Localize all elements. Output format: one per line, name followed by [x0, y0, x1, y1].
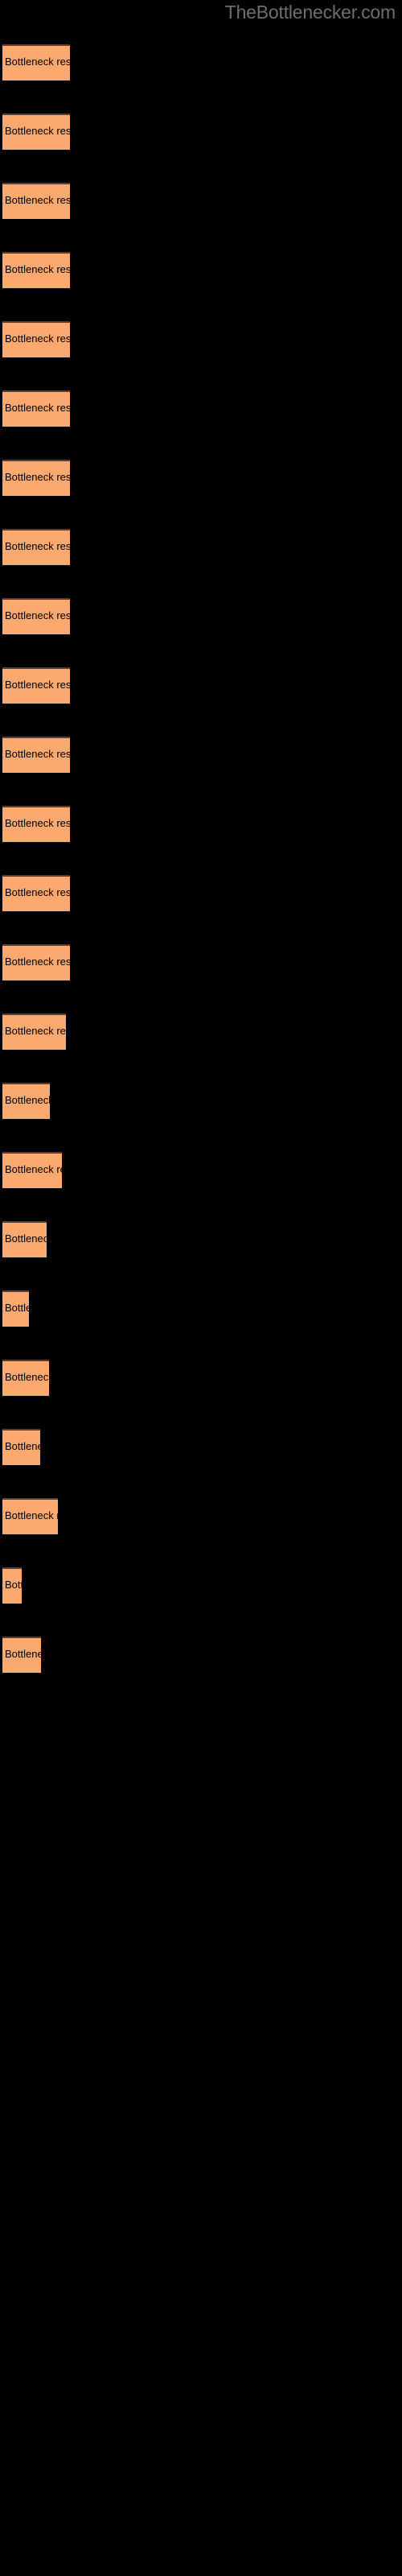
bar: Bottleneck result [2, 1152, 62, 1188]
bar-label: Bottleneck result [5, 1648, 41, 1660]
bar: Bottleneck result [2, 806, 70, 842]
bar: Bottleneck result [2, 460, 70, 496]
bar-label: Bottleneck result [5, 956, 70, 968]
bar: Bottleneck result [2, 1083, 50, 1119]
bars-container: Bottleneck result Bottleneck result Bottle… [0, 0, 402, 2576]
bar: Bottleneck result [2, 1567, 22, 1604]
bar-label: Bottleneck result [5, 194, 70, 206]
bar-label: Bottleneck result [5, 748, 70, 760]
bar-label: Bottleneck result [5, 56, 70, 68]
bar: Bottleneck result [2, 1290, 29, 1327]
bar: Bottleneck result [2, 1221, 47, 1257]
bar-label: Bottleneck result [5, 886, 70, 898]
bar: Bottleneck result [2, 598, 70, 634]
bar: Bottleneck result [2, 1429, 40, 1465]
bar-label: Bottleneck result [5, 402, 70, 414]
bar-label: Bottleneck result [5, 332, 70, 345]
bar: Bottleneck result [2, 252, 70, 288]
bar-label: Bottleneck result [5, 1163, 62, 1175]
bar: Bottleneck result [2, 944, 70, 980]
bar: Bottleneck result [2, 667, 70, 704]
bar: Bottleneck result [2, 390, 70, 427]
bar: Bottleneck result [2, 321, 70, 357]
bottleneck-bar-chart: TheBottlenecker.com Bottleneck resultBot… [0, 0, 402, 2576]
bar-label: Bottleneck result [5, 1302, 29, 1314]
bar-label: Bottleneck result [5, 609, 70, 621]
bar: Bottleneck result [2, 183, 70, 219]
bar-label: Bottleneck result [5, 1579, 22, 1591]
bar: Bottleneck result [2, 529, 70, 565]
bar-label: Bottleneck result [5, 540, 70, 552]
bar: Bottleneck result [2, 44, 70, 80]
bar-label: Bottleneck result [5, 1371, 49, 1383]
bar: Bottleneck result [2, 1013, 66, 1050]
bar-label: Bottleneck result [5, 125, 70, 137]
bar-label: Bottleneck result [5, 263, 70, 275]
bar: Bottleneck result [2, 1637, 41, 1673]
bar-label: Bottleneck result [5, 1509, 58, 1521]
bar-label: Bottleneck result [5, 817, 70, 829]
bar-label: Bottleneck result [5, 1232, 47, 1245]
bar-label: Bottleneck result [5, 1440, 40, 1452]
bar-label: Bottleneck result [5, 471, 70, 483]
bar: Bottleneck result [2, 114, 70, 150]
bar-label: Bottleneck result [5, 1025, 66, 1037]
bar: Bottleneck result [2, 737, 70, 773]
bar-label: Bottleneck result [5, 679, 70, 691]
bar: Bottleneck result [2, 1360, 49, 1396]
bar-label: Bottleneck result [5, 1094, 50, 1106]
bar: Bottleneck result [2, 875, 70, 911]
bar: Bottleneck result [2, 1498, 58, 1534]
